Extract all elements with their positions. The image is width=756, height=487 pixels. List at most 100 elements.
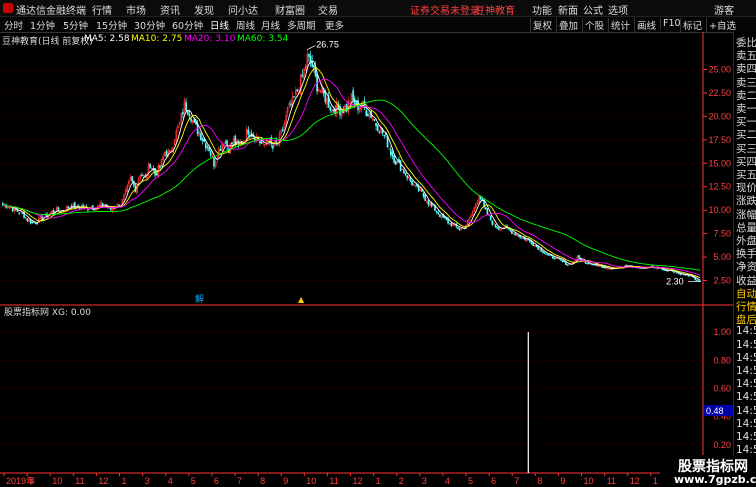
- candle-body: [439, 214, 441, 217]
- add-watchlist-button[interactable]: +自选: [706, 18, 738, 32]
- candle-body: [445, 218, 448, 221]
- candle-body: [486, 208, 489, 215]
- period-daily[interactable]: 日线: [210, 18, 229, 32]
- x-tick-label: 1: [122, 476, 127, 486]
- candle-body: [543, 252, 546, 254]
- candle-body: [514, 233, 517, 236]
- sub-y-tick-label: 1.00: [713, 327, 731, 337]
- candle-body: [155, 172, 158, 176]
- menu-options[interactable]: 选项: [608, 2, 628, 17]
- app-title: 通达信金融终端: [16, 6, 86, 17]
- candle-body: [159, 165, 161, 168]
- candle-body: [578, 255, 580, 259]
- candle-body: [31, 221, 34, 224]
- candle-body: [427, 200, 430, 205]
- x-tick-label: 9: [29, 476, 34, 486]
- x-tick-label: 6: [214, 476, 219, 486]
- y-tick-label: 20.00: [708, 111, 731, 121]
- x-tick-label: 4: [445, 476, 450, 486]
- menu-news[interactable]: 资讯: [160, 2, 180, 17]
- x-tick-label: 7: [514, 476, 519, 486]
- candle-body: [324, 91, 327, 103]
- menu-wealth[interactable]: 财富圈: [275, 2, 305, 17]
- side-panel-label: 14:5: [736, 365, 756, 377]
- period-1min[interactable]: 1分钟: [30, 18, 55, 32]
- candle-body: [625, 264, 628, 267]
- x-tick-label: 2: [399, 476, 404, 486]
- sub-y-tick-label: 0.20: [713, 440, 731, 450]
- candle-body: [545, 253, 548, 255]
- guest-label[interactable]: 游客: [714, 2, 734, 17]
- stats-button[interactable]: 统计: [608, 18, 632, 32]
- high-pointer: [307, 45, 316, 50]
- candle-body: [673, 271, 675, 273]
- period-monthly[interactable]: 月线: [261, 18, 280, 32]
- watermark-url: www.7gpzb.com: [674, 473, 756, 486]
- candle-body: [484, 207, 487, 210]
- app-logo-icon: [3, 3, 13, 13]
- candle-body: [548, 254, 551, 256]
- candle-body: [345, 104, 348, 110]
- candle-body: [365, 110, 368, 116]
- candle-body: [190, 118, 192, 122]
- candle-body: [231, 142, 233, 144]
- y-tick-label: 15.00: [708, 158, 731, 168]
- kline-chart[interactable]: 25.0022.5020.0017.5015.0012.5010.007.505…: [0, 32, 733, 487]
- mark-button[interactable]: 标记: [680, 18, 704, 32]
- side-panel-label: 14:5: [736, 378, 756, 391]
- period-tick[interactable]: 分时: [4, 18, 23, 32]
- candle-body: [201, 138, 204, 142]
- menu-trade[interactable]: 交易: [318, 2, 338, 17]
- x-tick-label: 12: [98, 476, 108, 486]
- adjust-button[interactable]: 复权: [530, 18, 554, 32]
- title-bar: 通达信金融终端 行情 市场 资讯 发现 问小达 财富圈 交易 证券交易未登录 豆…: [0, 0, 756, 17]
- x-tick-label: 4: [168, 476, 173, 486]
- period-5min[interactable]: 5分钟: [63, 18, 88, 32]
- menu-function[interactable]: 功能: [532, 2, 552, 17]
- period-60min[interactable]: 60分钟: [172, 18, 203, 32]
- menu-quotes[interactable]: 行情: [92, 2, 112, 17]
- candle-body: [450, 222, 453, 227]
- candle-body: [406, 175, 408, 179]
- candle-body: [301, 74, 304, 77]
- period-weekly[interactable]: 周线: [236, 18, 255, 32]
- x-tick-label: 12: [353, 476, 363, 486]
- candle-body: [281, 129, 284, 132]
- period-more[interactable]: 更多: [325, 18, 344, 32]
- brand-name: 豆神教育: [475, 6, 515, 17]
- menu-market[interactable]: 市场: [126, 2, 146, 17]
- candle-body: [182, 111, 184, 115]
- x-tick-label: 5: [191, 476, 196, 486]
- candle-body: [131, 176, 133, 182]
- x-tick-label: 9: [283, 476, 288, 486]
- period-30min[interactable]: 30分钟: [134, 18, 165, 32]
- menu-ask[interactable]: 问小达: [228, 2, 258, 17]
- candle-body: [491, 220, 494, 225]
- x-tick-label: 8: [260, 476, 265, 486]
- stock-button[interactable]: 个股: [582, 18, 606, 32]
- candle-body: [52, 210, 55, 213]
- candle-body: [67, 206, 70, 209]
- candle-body: [663, 269, 665, 271]
- candle-body: [141, 174, 143, 176]
- candle-body: [679, 273, 682, 276]
- period-multi[interactable]: 多周期: [287, 18, 316, 32]
- quote-side-panel: 委比 卖五 卖四 卖三 卖二 卖一 买一 买二 买三 买四 买五 现价 涨跌 涨幅 总量 外盘 换手 净资 收益 自动…: [733, 32, 756, 487]
- overlay-button[interactable]: 叠加: [556, 18, 580, 32]
- y-tick-label: 5.00: [713, 252, 731, 262]
- candle-body: [378, 131, 381, 134]
- menu-new[interactable]: 新面: [558, 2, 578, 17]
- candle-body: [88, 208, 91, 211]
- candle-body: [561, 259, 564, 262]
- event-marker[interactable]: ▲: [298, 295, 305, 304]
- menu-formula[interactable]: 公式: [583, 2, 603, 17]
- period-15min[interactable]: 15分钟: [96, 18, 127, 32]
- candle-body: [566, 264, 569, 266]
- x-tick-label: 9: [560, 476, 565, 486]
- menu-discover[interactable]: 发现: [194, 2, 214, 17]
- draw-button[interactable]: 画线: [634, 18, 658, 32]
- candle-body: [560, 258, 562, 261]
- x-tick-label: 10: [52, 476, 62, 486]
- candle-body: [149, 163, 151, 168]
- login-status[interactable]: 证券交易未登录: [410, 2, 480, 17]
